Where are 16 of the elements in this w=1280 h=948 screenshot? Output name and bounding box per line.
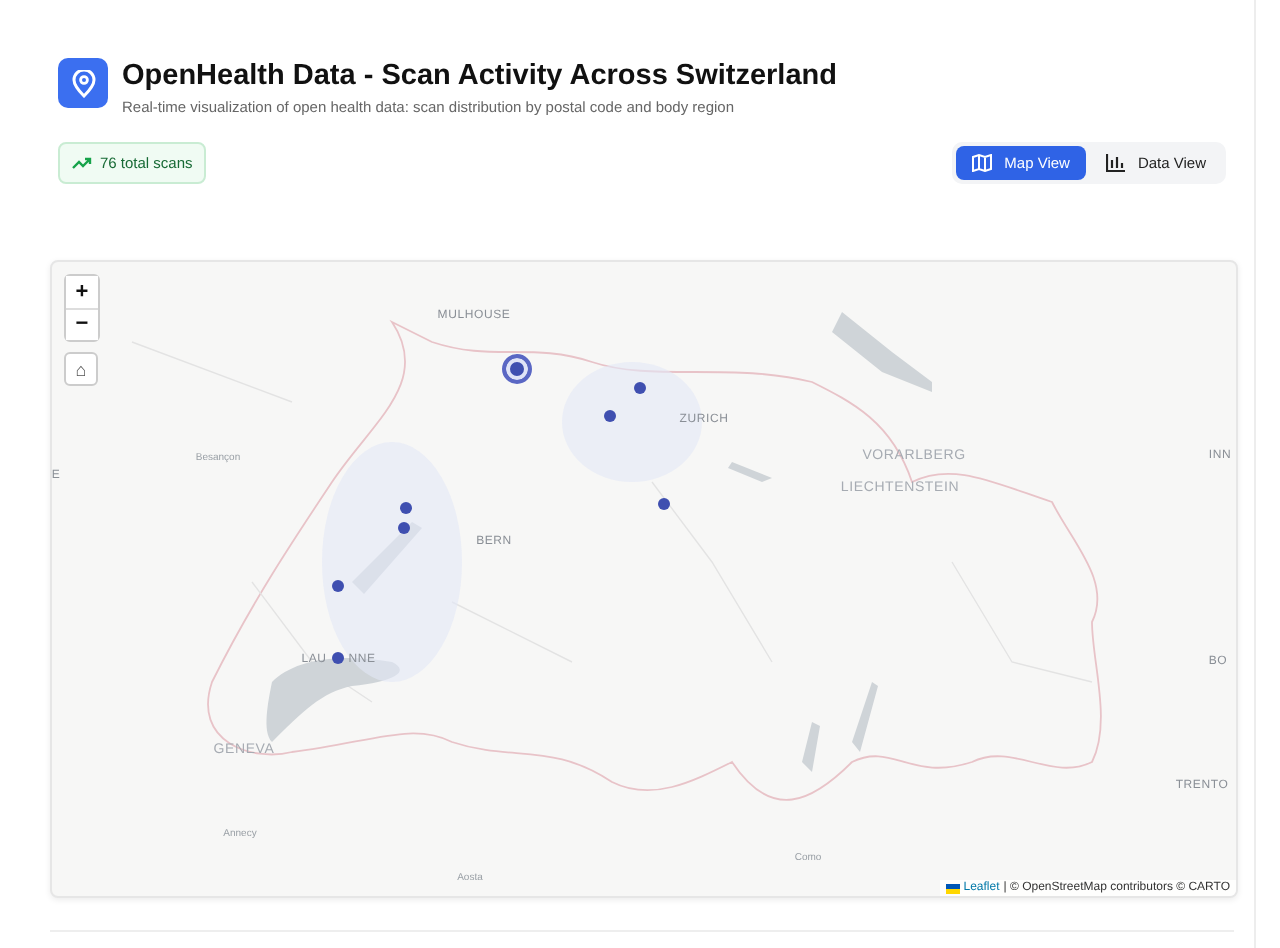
map-marker[interactable] xyxy=(332,580,344,592)
map-marker[interactable] xyxy=(658,498,670,510)
map-marker[interactable] xyxy=(604,410,616,422)
highlighted-marker[interactable] xyxy=(502,354,532,384)
map-pin-logo-icon xyxy=(58,58,108,108)
map-marker[interactable] xyxy=(332,652,344,664)
map-marker[interactable] xyxy=(634,382,646,394)
map-icon xyxy=(972,154,993,172)
map-marker[interactable] xyxy=(400,502,412,514)
zoom-out-button[interactable]: − xyxy=(66,308,98,340)
map-marker[interactable] xyxy=(398,522,410,534)
page-title: OpenHealth Data - Scan Activity Across Switzerland xyxy=(122,60,837,92)
trend-up-icon xyxy=(72,156,92,170)
bar-chart-icon xyxy=(1105,154,1126,172)
home-button[interactable]: ⌂ xyxy=(64,352,98,386)
flag-icon xyxy=(945,883,960,893)
